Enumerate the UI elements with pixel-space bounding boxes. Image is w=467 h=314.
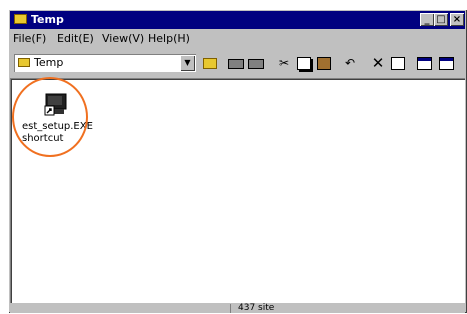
- map-drive-button[interactable]: [226, 54, 246, 72]
- window-title: Temp: [31, 13, 64, 26]
- folder-icon: [18, 58, 30, 67]
- small-icons-icon: [438, 57, 454, 70]
- shortcut-icon: [44, 93, 67, 116]
- menu-edit[interactable]: Edit(E): [57, 30, 94, 48]
- paste-icon: [317, 57, 331, 70]
- close-button[interactable]: ×: [450, 13, 464, 26]
- up-folder-icon: [203, 58, 217, 69]
- menu-help[interactable]: Help(H): [148, 30, 190, 48]
- status-divider: [230, 304, 231, 313]
- small-icons-button[interactable]: [436, 54, 456, 72]
- cut-icon: ✂: [278, 56, 290, 70]
- menu-view[interactable]: View(V): [102, 30, 144, 48]
- map-drive-icon: [228, 59, 244, 69]
- minimize-button[interactable]: _: [420, 13, 434, 26]
- delete-button[interactable]: ✕: [368, 54, 388, 72]
- undo-icon: ↶: [344, 56, 356, 70]
- explorer-window: Temp _ □ × File(F) Edit(E) View(V) Help(…: [8, 9, 467, 313]
- title-bar[interactable]: Temp _ □ ×: [10, 11, 465, 29]
- delete-icon: ✕: [371, 54, 385, 72]
- menu-bar: File(F) Edit(E) View(V) Help(H): [10, 30, 465, 48]
- file-name: est_setup.EXE: [22, 121, 93, 132]
- file-type: shortcut: [22, 133, 64, 144]
- copy-button[interactable]: [294, 54, 314, 72]
- address-dropdown-button[interactable]: ▼: [180, 55, 195, 71]
- properties-icon: [391, 57, 405, 70]
- status-size: 437 site: [238, 303, 275, 313]
- status-bar: 437 site: [10, 303, 465, 313]
- address-combobox[interactable]: Temp ▼: [14, 54, 196, 72]
- large-icons-icon: [416, 57, 432, 70]
- undo-button[interactable]: ↶: [340, 54, 360, 72]
- maximize-button[interactable]: □: [434, 13, 448, 26]
- disconnect-drive-button[interactable]: [246, 54, 266, 72]
- properties-button[interactable]: [388, 54, 408, 72]
- disconnect-drive-icon: [248, 59, 264, 69]
- up-folder-button[interactable]: [200, 54, 220, 72]
- copy-icon: [297, 57, 311, 70]
- toolbar: Temp ▼ ✂ ↶ ✕: [10, 50, 465, 76]
- paste-button[interactable]: [314, 54, 334, 72]
- file-label: est_setup.EXE shortcut: [22, 121, 112, 145]
- address-value: Temp: [34, 56, 64, 69]
- cut-button[interactable]: ✂: [274, 54, 294, 72]
- folder-icon: [14, 14, 27, 24]
- file-list-pane[interactable]: est_setup.EXE shortcut: [10, 78, 465, 303]
- large-icons-button[interactable]: [414, 54, 434, 72]
- menu-file[interactable]: File(F): [13, 30, 46, 48]
